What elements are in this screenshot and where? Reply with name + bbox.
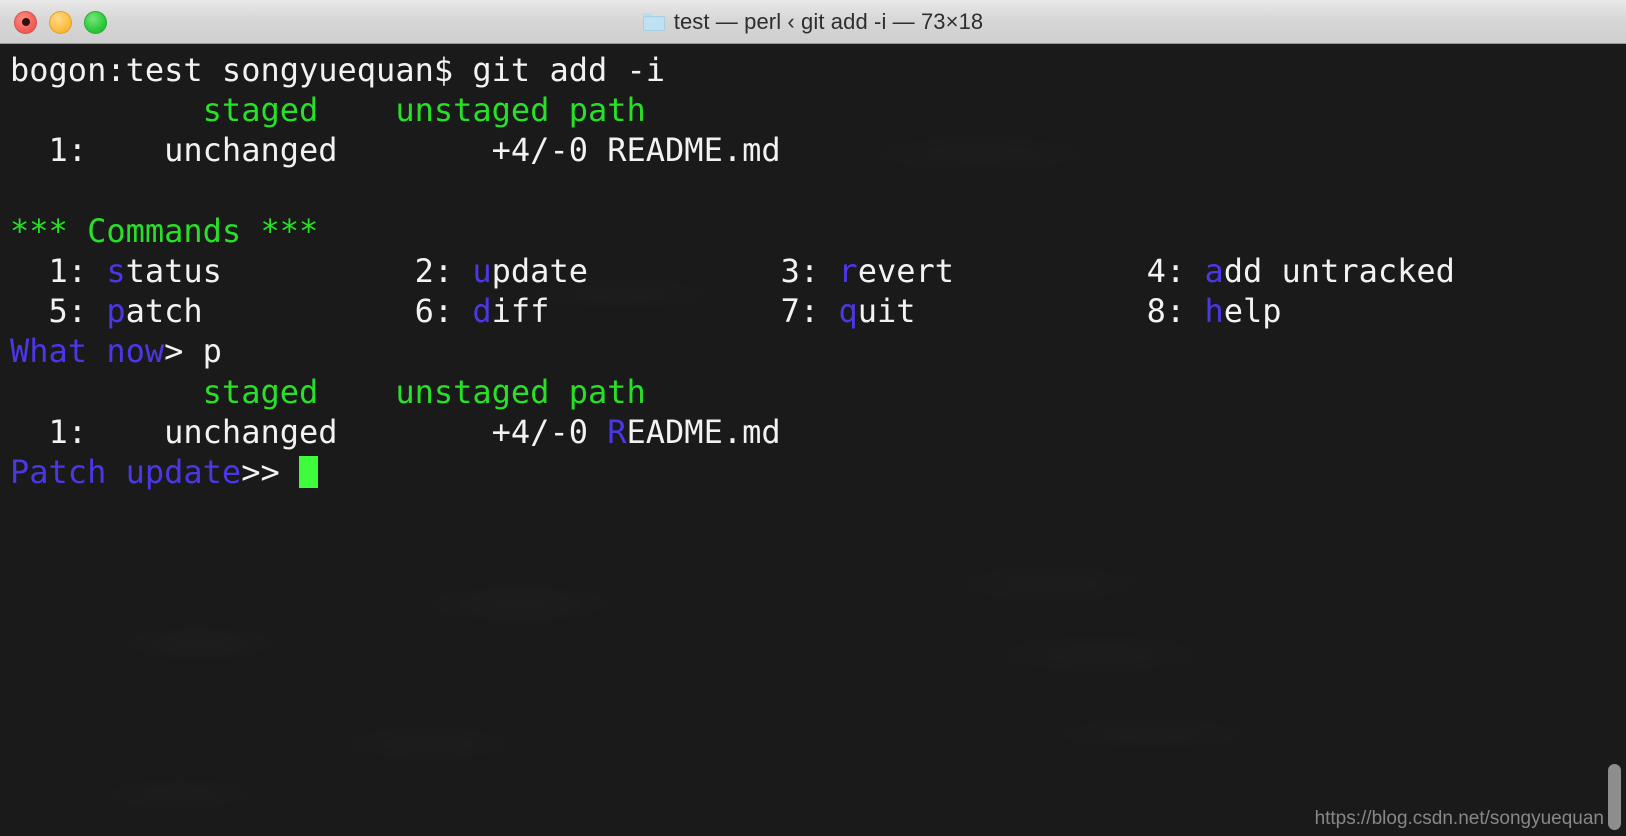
file-index-2: 1: (10, 412, 88, 451)
terminal-line-status-header-1: staged unstaged path (10, 90, 1455, 130)
command-label-patch[interactable]: atch (126, 292, 203, 330)
command-label-revert[interactable]: evert (858, 252, 954, 290)
patch-prompt-label: Patch update (10, 452, 242, 491)
command-key-patch[interactable]: p (106, 292, 125, 330)
terminal-body[interactable]: bogon:test songyuequan$ git add -i stage… (0, 44, 1626, 836)
command-key-diff[interactable]: d (472, 292, 491, 330)
file-diffstat: +4/-0 (491, 131, 588, 170)
status-header-unstaged-path-2: unstaged path (395, 372, 646, 411)
file-path-initial-2[interactable]: R (607, 413, 626, 451)
window-titlebar[interactable]: test — perl ‹ git add -i — 73×18 (0, 0, 1626, 44)
file-path-rest-2[interactable]: EADME.md (627, 413, 781, 451)
command-label-help[interactable]: elp (1224, 292, 1282, 330)
commands-title: *** Commands *** (10, 211, 319, 250)
command-key-status[interactable]: s (106, 252, 125, 290)
file-staged-state: unchanged (87, 131, 338, 170)
vertical-scrollbar[interactable] (1607, 44, 1623, 836)
watermark-text: https://blog.csdn.net/songyuequan (1314, 808, 1604, 829)
patch-prompt-arrow: >> (241, 452, 280, 491)
patch-prompt-space (280, 453, 299, 491)
shell-prompt: bogon:test songyuequan$ (10, 51, 473, 89)
command-label-diff[interactable]: iff (492, 292, 550, 330)
command-key-quit[interactable]: q (838, 292, 857, 330)
what-now-arrow: > (164, 332, 184, 371)
close-button[interactable] (14, 10, 37, 34)
status-header-gap-2 (318, 373, 395, 411)
command-number-2: 2: (414, 251, 473, 290)
typed-command: git add -i (472, 51, 666, 89)
row-space-2 (588, 413, 607, 451)
command-number-8: 8: (1146, 292, 1205, 331)
command-pad-3 (954, 252, 1147, 290)
window-controls (14, 0, 107, 44)
window-title-area: test — perl ‹ git add -i — 73×18 (0, 0, 1626, 44)
command-key-add-untracked[interactable]: a (1204, 252, 1223, 290)
terminal-line-blank-1 (10, 171, 1455, 211)
command-key-help[interactable]: h (1204, 292, 1223, 330)
row-space (588, 131, 607, 169)
command-pad-1 (222, 252, 415, 290)
terminal-line-prompt-command: bogon:test songyuequan$ git add -i (10, 50, 1455, 90)
status-header-staged-2: staged (202, 372, 319, 411)
status-header-indent-2 (10, 373, 203, 411)
status-header-staged: staged (202, 91, 319, 130)
text-cursor[interactable] (298, 455, 318, 488)
terminal-line-commands-title: *** Commands *** (10, 211, 1455, 251)
terminal-line-status-row-1: 1: unchanged +4/-0 README.md (10, 130, 1455, 170)
file-staged-state-2: unchanged (87, 412, 338, 451)
command-number-5: 5: (10, 292, 107, 331)
command-label-update[interactable]: pdate (492, 252, 588, 290)
status-header-gap (318, 91, 395, 129)
window-title: test — perl ‹ git add -i — 73×18 (673, 9, 984, 34)
command-key-revert[interactable]: r (838, 252, 857, 290)
terminal-window: test — perl ‹ git add -i — 73×18 bogon:t… (0, 0, 1626, 836)
command-number-4: 4: (1146, 251, 1205, 290)
minimize-button[interactable] (49, 10, 72, 34)
command-label-quit[interactable]: uit (858, 292, 916, 330)
command-number-7: 7: (780, 292, 839, 331)
file-path-initial: R (607, 131, 627, 170)
command-number-1: 1: (10, 251, 107, 290)
file-index: 1: (10, 131, 88, 170)
terminal-line-patch-prompt: Patch update>> (10, 452, 1455, 492)
status-header-indent (10, 91, 203, 129)
command-number-6: 6: (414, 292, 473, 331)
row-gap-2 (338, 413, 492, 451)
terminal-line-status-header-2: staged unstaged path (10, 372, 1455, 412)
command-pad-5 (203, 292, 415, 330)
terminal-line-what-now: What now> p (10, 331, 1455, 371)
command-pad-2 (588, 252, 781, 290)
terminal-line-commands-row-1: 1: status 2: update 3: revert 4: add unt… (10, 251, 1455, 291)
command-label-add-untracked[interactable]: dd untracked (1224, 252, 1455, 290)
command-label-status[interactable]: tatus (126, 252, 222, 290)
terminal-line-status-row-2: 1: unchanged +4/-0 README.md (10, 412, 1455, 452)
what-now-label: What now (10, 332, 165, 371)
status-header-unstaged-path: unstaged path (395, 91, 646, 130)
folder-icon (642, 13, 665, 31)
terminal-screen: bogon:test songyuequan$ git add -i stage… (0, 44, 1455, 492)
command-pad-7 (915, 292, 1146, 330)
terminal-line-commands-row-2: 5: patch 6: diff 7: quit 8: help (10, 291, 1455, 331)
command-key-update[interactable]: u (472, 252, 491, 290)
file-path-rest: EADME.md (626, 131, 781, 170)
maximize-button[interactable] (84, 10, 107, 34)
what-now-input[interactable]: p (183, 332, 222, 370)
command-pad-6 (549, 292, 780, 330)
scrollbar-thumb[interactable] (1608, 764, 1621, 830)
file-diffstat-2: +4/-0 (491, 412, 588, 451)
command-number-3: 3: (780, 251, 839, 290)
row-gap (338, 131, 492, 169)
